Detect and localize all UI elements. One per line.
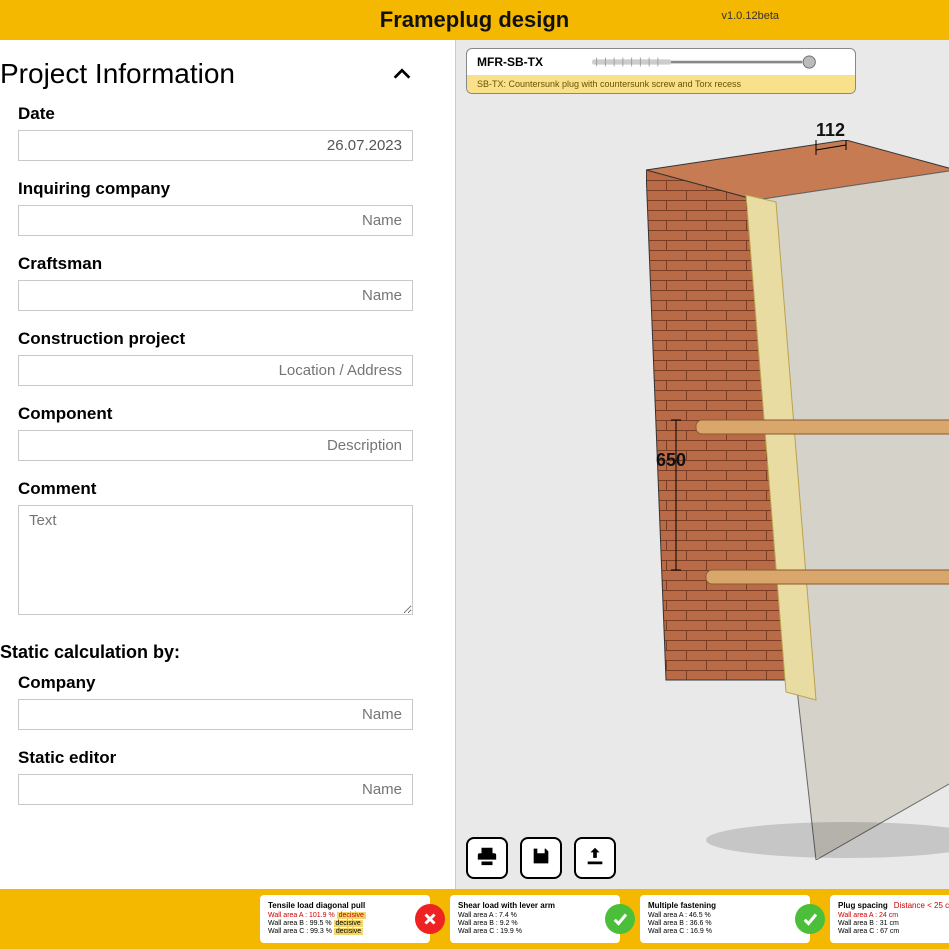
result-title: Plug spacingDistance < 25 cm <box>838 901 949 911</box>
static-editor-input[interactable] <box>18 774 413 805</box>
save-icon <box>530 845 552 872</box>
chevron-up-icon <box>391 63 413 85</box>
export-button[interactable] <box>574 837 616 879</box>
save-button[interactable] <box>520 837 562 879</box>
print-button[interactable] <box>466 837 508 879</box>
date-input[interactable] <box>18 130 413 161</box>
canvas-panel[interactable]: 112 650 MFR-SB-TX <box>455 40 949 889</box>
app-version: v1.0.12beta <box>722 10 780 22</box>
date-label: Date <box>18 104 413 124</box>
result-title: Tensile load diagonal pull <box>268 901 366 911</box>
section-header[interactable]: Project Information <box>0 50 431 104</box>
result-line: Wall area C : 67 cm <box>838 928 949 936</box>
upload-icon <box>584 845 606 872</box>
static-editor-label: Static editor <box>18 748 413 768</box>
comment-label: Comment <box>18 479 413 499</box>
component-input[interactable] <box>18 430 413 461</box>
static-header: Static calculation by: <box>0 638 431 673</box>
app-title: Frameplug design <box>380 7 569 33</box>
result-text: Tensile load diagonal pullWall area A : … <box>268 901 366 937</box>
result-line: Wall area A : 7.4 % <box>458 912 555 920</box>
result-line: Wall area A : 46.5 % <box>648 912 716 920</box>
comment-textarea[interactable] <box>18 505 413 615</box>
check-icon <box>605 904 635 934</box>
result-highlight: decisive <box>337 912 366 919</box>
result-title: Multiple fastening <box>648 901 716 911</box>
result-highlight: decisive <box>334 920 363 927</box>
company-label: Inquiring company <box>18 179 413 199</box>
product-code: MFR-SB-TX <box>477 55 557 69</box>
result-line: Wall area C : 16.9 % <box>648 928 716 936</box>
print-icon <box>476 845 498 872</box>
result-line: Wall area A : 101.9 % decisive <box>268 912 366 920</box>
project-input[interactable] <box>18 355 413 386</box>
result-line: Wall area B : 99.5 % decisive <box>268 920 366 928</box>
check-icon <box>795 904 825 934</box>
static-company-label: Company <box>18 673 413 693</box>
result-line: Wall area C : 19.9 % <box>458 928 555 936</box>
dim-mid: 650 <box>656 450 686 471</box>
close-icon <box>415 904 445 934</box>
result-line: Wall area B : 36.6 % <box>648 920 716 928</box>
craftsman-input[interactable] <box>18 280 413 311</box>
result-extra: Distance < 25 cm <box>894 901 949 910</box>
dim-top: 112 <box>816 120 845 141</box>
result-line: Wall area A : 24 cm <box>838 912 949 920</box>
result-card[interactable]: Tensile load diagonal pullWall area A : … <box>260 895 430 943</box>
company-input[interactable] <box>18 205 413 236</box>
product-card[interactable]: MFR-SB-TX SB-TX: Count <box>466 48 856 94</box>
result-line: Wall area C : 99.3 % decisive <box>268 928 366 936</box>
project-label: Construction project <box>18 329 413 349</box>
app-header: Frameplug design v1.0.12beta <box>0 0 949 40</box>
component-label: Component <box>18 404 413 424</box>
result-text: Multiple fasteningWall area A : 46.5 % W… <box>648 901 716 937</box>
wall-visual <box>646 140 949 860</box>
form-panel: Project Information Date Inquiring compa… <box>0 40 455 889</box>
result-title: Shear load with lever arm <box>458 901 555 911</box>
section-title: Project Information <box>0 58 235 90</box>
static-company-input[interactable] <box>18 699 413 730</box>
result-line: Wall area B : 31 cm <box>838 920 949 928</box>
result-highlight: decisive <box>334 928 363 935</box>
result-card[interactable]: Plug spacingDistance < 25 cmWall area A … <box>830 895 949 943</box>
canvas-toolbar <box>466 837 616 879</box>
results-bar: Tensile load diagonal pullWall area A : … <box>0 889 949 949</box>
product-desc: SB-TX: Countersunk plug with countersunk… <box>467 75 855 93</box>
result-text: Plug spacingDistance < 25 cmWall area A … <box>838 901 949 937</box>
result-text: Shear load with lever armWall area A : 7… <box>458 901 555 937</box>
screw-icon <box>567 55 845 69</box>
result-card[interactable]: Multiple fasteningWall area A : 46.5 % W… <box>640 895 810 943</box>
result-card[interactable]: Shear load with lever armWall area A : 7… <box>450 895 620 943</box>
result-line: Wall area B : 9.2 % <box>458 920 555 928</box>
craftsman-label: Craftsman <box>18 254 413 274</box>
